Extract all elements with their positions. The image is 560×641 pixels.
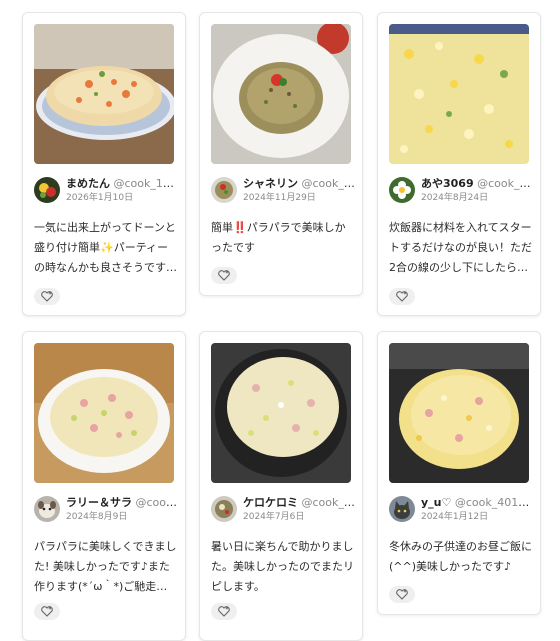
dog-avatar-icon[interactable] xyxy=(34,496,60,522)
recipe-report-card[interactable]: ラリー＆サラ @cook_4... 2024年8月9日 パラパラに美味しくできま… xyxy=(22,331,186,641)
fried-rice-photo-icon[interactable] xyxy=(389,343,529,483)
report-comment: 一気に出来上がってドーンと盛り付け簡単✨パーティーの時なんかも良さそうですね～… xyxy=(34,221,177,274)
like-button[interactable] xyxy=(211,603,237,620)
reporter-handle: @cook_4... xyxy=(135,496,180,509)
reporter-name[interactable]: あや3069 xyxy=(421,177,474,190)
dish-avatar-icon[interactable] xyxy=(211,177,237,203)
reporter-handle: @cook_40147... xyxy=(454,496,534,509)
like-button[interactable] xyxy=(34,603,60,620)
reporter-info[interactable]: あや3069 @cook_40... 2024年8月24日 xyxy=(389,176,534,206)
fried-rice-photo-icon[interactable] xyxy=(34,343,174,483)
like-button[interactable] xyxy=(389,586,415,603)
heart-plus-icon xyxy=(41,291,53,302)
cat-avatar-icon[interactable] xyxy=(389,496,415,522)
report-comment: パラパラに美味しくできました! 美味しかったです♪また作ります(*´ω｀*)ご馳… xyxy=(34,540,177,593)
report-date: 2024年1月12日 xyxy=(421,512,489,522)
report-comment: 簡単‼️パラパラで美味しかったです xyxy=(211,221,346,254)
fried-rice-photo-icon[interactable] xyxy=(34,24,174,164)
heart-plus-icon xyxy=(41,606,53,617)
reporter-handle: @cook_40... xyxy=(477,177,534,190)
report-date: 2024年8月9日 xyxy=(66,512,128,522)
recipe-report-card[interactable]: ケロケロミ @cook_400... 2024年7月6日 暑い日に楽ちんで助かり… xyxy=(199,331,363,641)
dish-avatar-icon[interactable] xyxy=(211,496,237,522)
reporter-info[interactable]: ラリー＆サラ @cook_4... 2024年8月9日 xyxy=(34,495,179,525)
fried-rice-photo-icon[interactable] xyxy=(389,24,529,164)
recipe-report-card[interactable]: シャネリン @cook_41... 2024年11月29日 簡単‼️パラパラで美… xyxy=(199,12,363,296)
like-button[interactable] xyxy=(34,288,60,305)
report-date: 2024年11月29日 xyxy=(243,193,316,203)
heart-plus-icon xyxy=(218,270,230,281)
reporter-name[interactable]: ラリー＆サラ xyxy=(66,496,132,509)
reporter-info[interactable]: まめたん @cook_1087... 2026年1月10日 xyxy=(34,176,179,206)
reporter-info[interactable]: ケロケロミ @cook_400... 2024年7月6日 xyxy=(211,495,356,525)
reporter-info[interactable]: y_u♡ @cook_40147... 2024年1月12日 xyxy=(389,495,534,525)
reporter-info[interactable]: シャネリン @cook_41... 2024年11月29日 xyxy=(211,176,356,206)
recipe-report-card[interactable]: まめたん @cook_1087... 2026年1月10日 一気に出来上がってド… xyxy=(22,12,186,316)
heart-plus-icon xyxy=(396,291,408,302)
fried-rice-photo-icon[interactable] xyxy=(211,343,351,483)
recipe-report-card[interactable]: y_u♡ @cook_40147... 2024年1月12日 冬休みの子供達のお… xyxy=(377,331,541,615)
reporter-name[interactable]: ケロケロミ xyxy=(243,496,298,509)
report-date: 2026年1月10日 xyxy=(66,193,134,203)
reporter-handle: @cook_1087... xyxy=(113,177,180,190)
reporter-name[interactable]: y_u♡ xyxy=(421,496,451,509)
reporter-name[interactable]: シャネリン xyxy=(243,177,298,190)
fried-rice-photo-icon[interactable] xyxy=(211,24,351,164)
heart-plus-icon xyxy=(218,606,230,617)
report-comment: 暑い日に楽ちんで助かりました。美味しかったのでまたリピします。 xyxy=(211,540,354,593)
report-comment: 冬休みの子供達のお昼ご飯に(^^)美味しかったです♪ xyxy=(389,540,532,573)
report-date: 2024年8月24日 xyxy=(421,193,489,203)
reporter-handle: @cook_41... xyxy=(301,177,357,190)
report-comment: 炊飯器に材料を入れてスタートするだけなのが良い！ただ2合の線の少し下にしたら芯… xyxy=(389,221,532,274)
reporter-name[interactable]: まめたん xyxy=(66,177,110,190)
recipe-report-card[interactable]: あや3069 @cook_40... 2024年8月24日 炊飯器に材料を入れて… xyxy=(377,12,541,316)
dish-avatar-icon[interactable] xyxy=(34,177,60,203)
report-date: 2024年7月6日 xyxy=(243,512,305,522)
heart-plus-icon xyxy=(396,589,408,600)
like-button[interactable] xyxy=(211,267,237,284)
flower-avatar-icon[interactable] xyxy=(389,177,415,203)
like-button[interactable] xyxy=(389,288,415,305)
reporter-handle: @cook_400... xyxy=(301,496,357,509)
